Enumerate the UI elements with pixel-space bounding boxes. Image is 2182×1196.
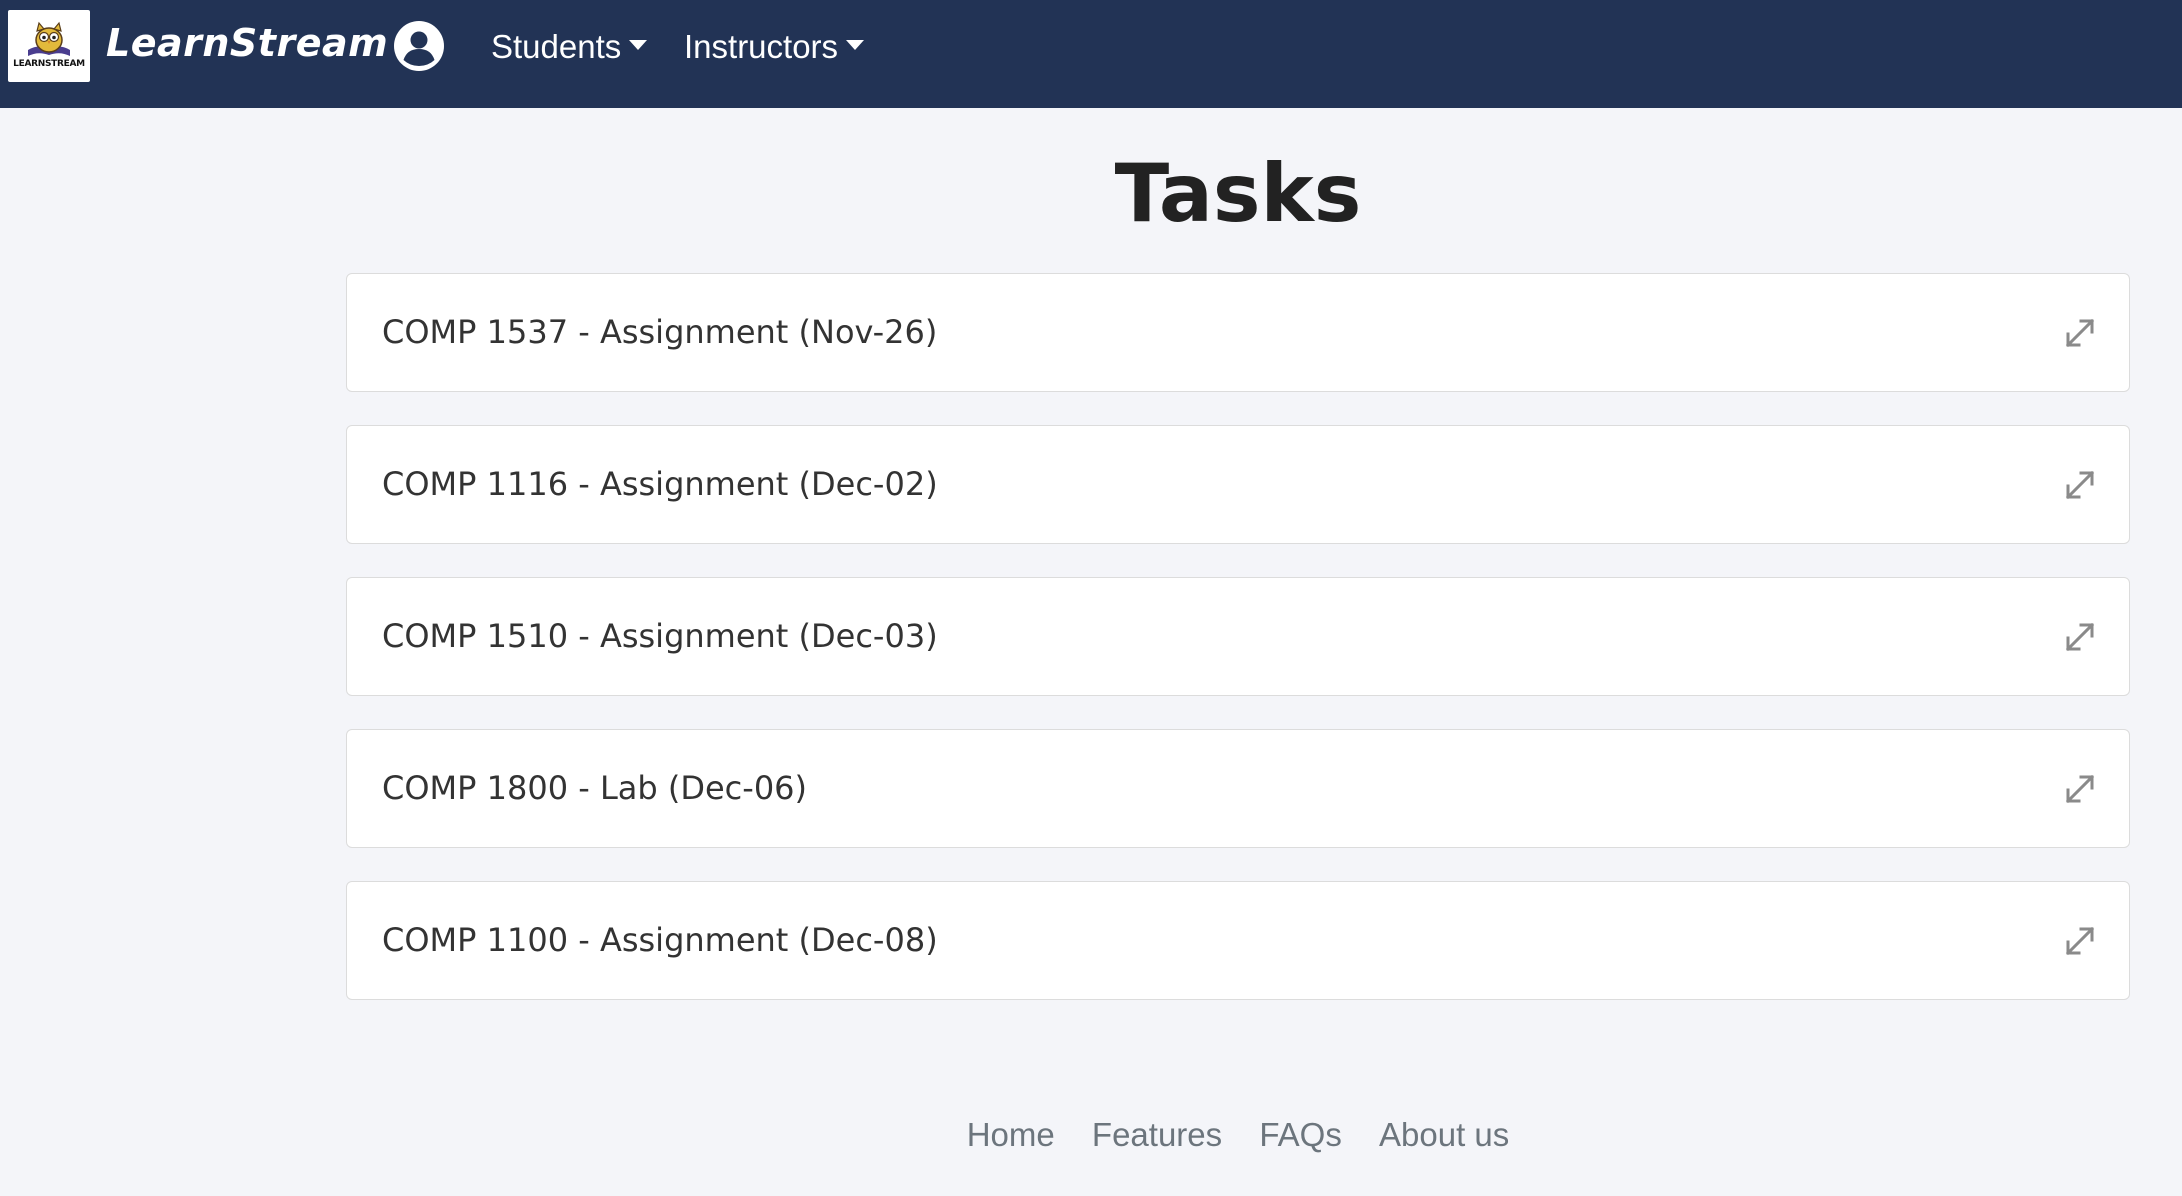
- task-card[interactable]: COMP 1116 - Assignment (Dec-02): [346, 425, 2130, 544]
- task-list: COMP 1537 - Assignment (Nov-26) COMP 111…: [346, 273, 2130, 1033]
- footer: Home Features FAQs About us: [0, 1110, 2182, 1160]
- task-card[interactable]: COMP 1510 - Assignment (Dec-03): [346, 577, 2130, 696]
- task-label: COMP 1800 - Lab (Dec-06): [382, 769, 808, 807]
- expand-icon[interactable]: [2063, 924, 2097, 958]
- expand-icon[interactable]: [2063, 620, 2097, 654]
- expand-icon[interactable]: [2063, 772, 2097, 806]
- caret-down-icon: [846, 40, 865, 51]
- task-card[interactable]: COMP 1800 - Lab (Dec-06): [346, 729, 2130, 848]
- footer-link-about-us[interactable]: About us: [1379, 1116, 1509, 1153]
- navbar: LEARNSTREAM LearnStream Students Instruc…: [0, 0, 2182, 108]
- expand-icon[interactable]: [2063, 316, 2097, 350]
- brand-name[interactable]: LearnStream: [106, 16, 388, 70]
- page-title: Tasks: [1114, 147, 1362, 240]
- task-label: COMP 1537 - Assignment (Nov-26): [382, 313, 938, 351]
- brand-logo[interactable]: LEARNSTREAM: [8, 10, 90, 82]
- task-label: COMP 1116 - Assignment (Dec-02): [382, 465, 938, 503]
- caret-down-icon: [629, 40, 648, 51]
- user-circle-icon[interactable]: [393, 20, 445, 72]
- task-label: COMP 1510 - Assignment (Dec-03): [382, 617, 938, 655]
- task-label: COMP 1100 - Assignment (Dec-08): [382, 921, 938, 959]
- instructors-menu-label: Instructors: [684, 28, 839, 65]
- task-card[interactable]: COMP 1537 - Assignment (Nov-26): [346, 273, 2130, 392]
- expand-icon[interactable]: [2063, 468, 2097, 502]
- brand-logo-text: LEARNSTREAM: [13, 59, 85, 69]
- students-menu[interactable]: Students: [491, 22, 648, 72]
- footer-link-faqs[interactable]: FAQs: [1259, 1116, 1342, 1153]
- task-card[interactable]: COMP 1100 - Assignment (Dec-08): [346, 881, 2130, 1000]
- owl-mascot-icon: [28, 21, 70, 56]
- footer-link-features[interactable]: Features: [1092, 1116, 1222, 1153]
- footer-link-home[interactable]: Home: [967, 1116, 1055, 1153]
- students-menu-label: Students: [491, 28, 622, 65]
- instructors-menu[interactable]: Instructors: [684, 22, 865, 72]
